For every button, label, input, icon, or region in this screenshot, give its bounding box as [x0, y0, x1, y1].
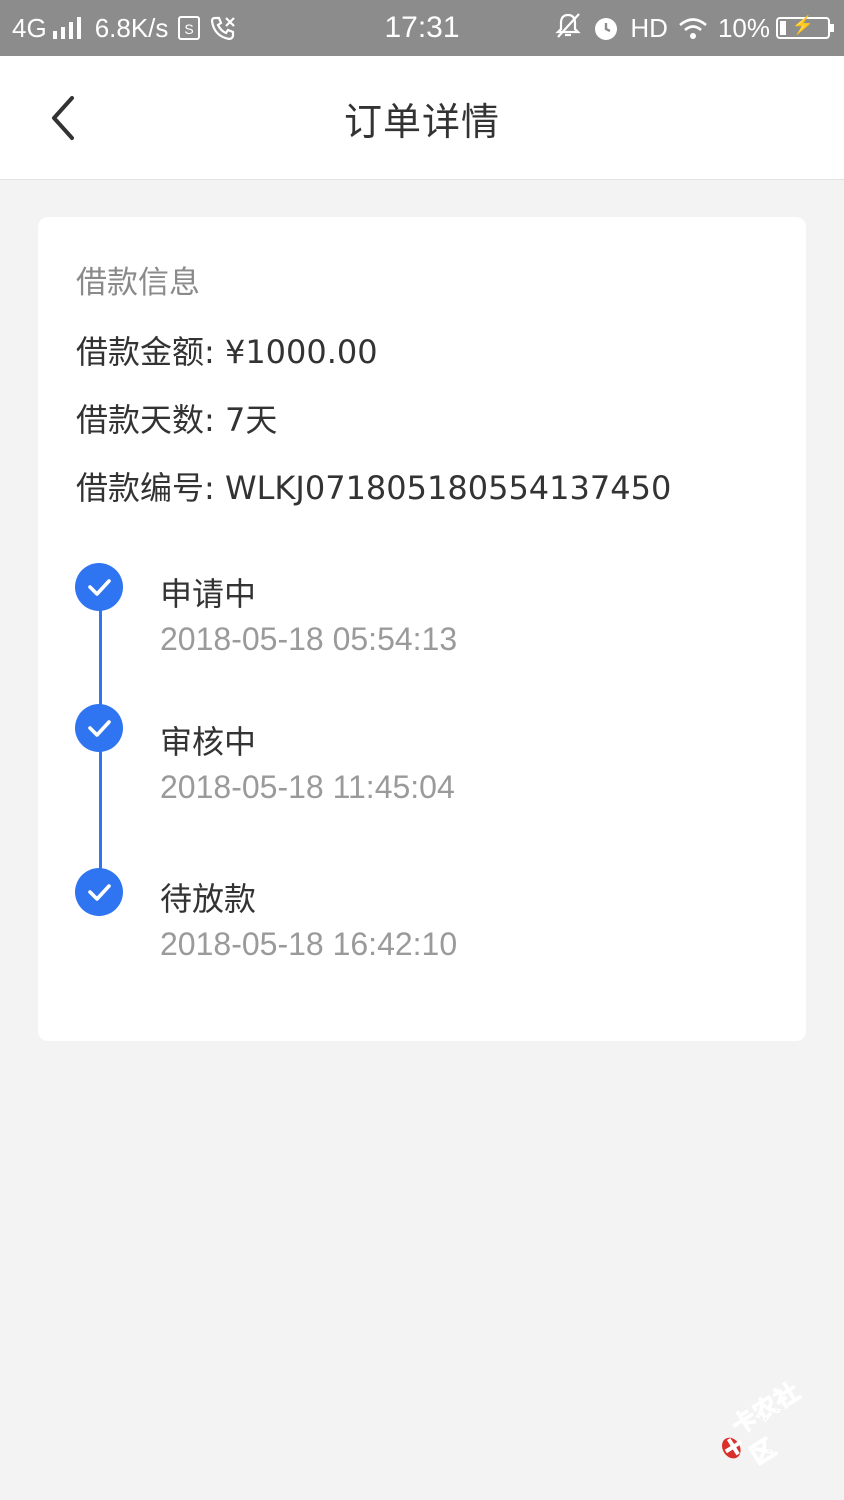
loan-days: 借款天数: 7天	[76, 401, 278, 439]
status-right: HD 10% ⚡	[554, 0, 834, 56]
status-bar: 4G 6.8K/s S 17:31 HD 10% ⚡	[0, 0, 844, 56]
check-circle-icon	[75, 704, 123, 752]
back-button[interactable]	[30, 86, 94, 150]
timeline-step-time: 2018-05-18 11:45:04	[160, 769, 455, 805]
watermark: 卡农社区	[708, 1374, 825, 1478]
page-header: 订单详情	[0, 56, 844, 180]
watermark-text: 卡农社区	[726, 1376, 806, 1471]
check-circle-icon	[75, 868, 123, 916]
timeline-step-label: 待放款	[160, 880, 257, 918]
page-title: 订单详情	[343, 99, 500, 144]
timeline-step-label: 申请中	[160, 575, 257, 613]
loan-number: 借款编号: WLKJ071805180554137450	[76, 469, 672, 507]
wifi-icon	[678, 16, 708, 40]
battery-percent: 10%	[717, 12, 770, 43]
alarm-icon	[592, 14, 620, 42]
loan-amount: 借款金额: ¥1000.00	[76, 333, 378, 371]
timeline-step-time: 2018-05-18 16:42:10	[160, 926, 458, 962]
chevron-left-icon	[52, 96, 74, 140]
hd-label: HD	[630, 12, 668, 43]
timeline-step-label: 审核中	[160, 723, 257, 761]
check-circle-icon	[75, 563, 123, 611]
section-title: 借款信息	[76, 265, 200, 301]
timeline-step-time: 2018-05-18 05:54:13	[160, 621, 458, 657]
mute-bell-icon	[554, 11, 582, 46]
battery-icon: ⚡	[776, 15, 834, 39]
order-detail-card: 借款信息 借款金额: ¥1000.00 借款天数: 7天 借款编号: WLKJ0…	[38, 217, 806, 1041]
